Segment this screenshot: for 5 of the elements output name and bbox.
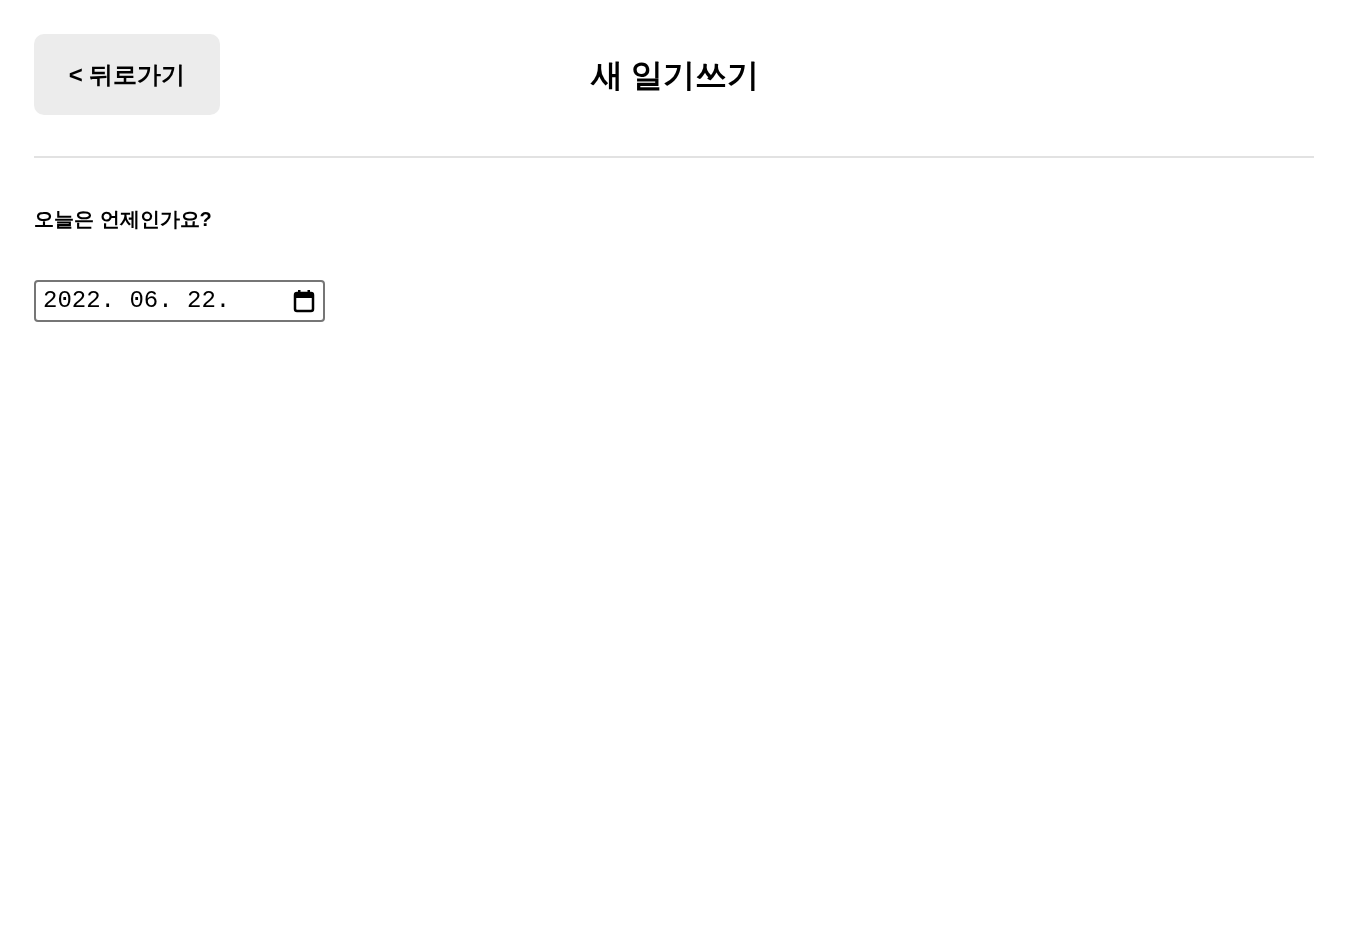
back-button[interactable]: < 뒤로가기 [34,34,220,115]
calendar-icon[interactable] [293,289,315,313]
page-title: 새 일기쓰기 [590,55,760,95]
date-question-label: 오늘은 언제인가요? [34,207,212,232]
date-input-field[interactable]: 2022. 06. 22. [34,280,325,322]
